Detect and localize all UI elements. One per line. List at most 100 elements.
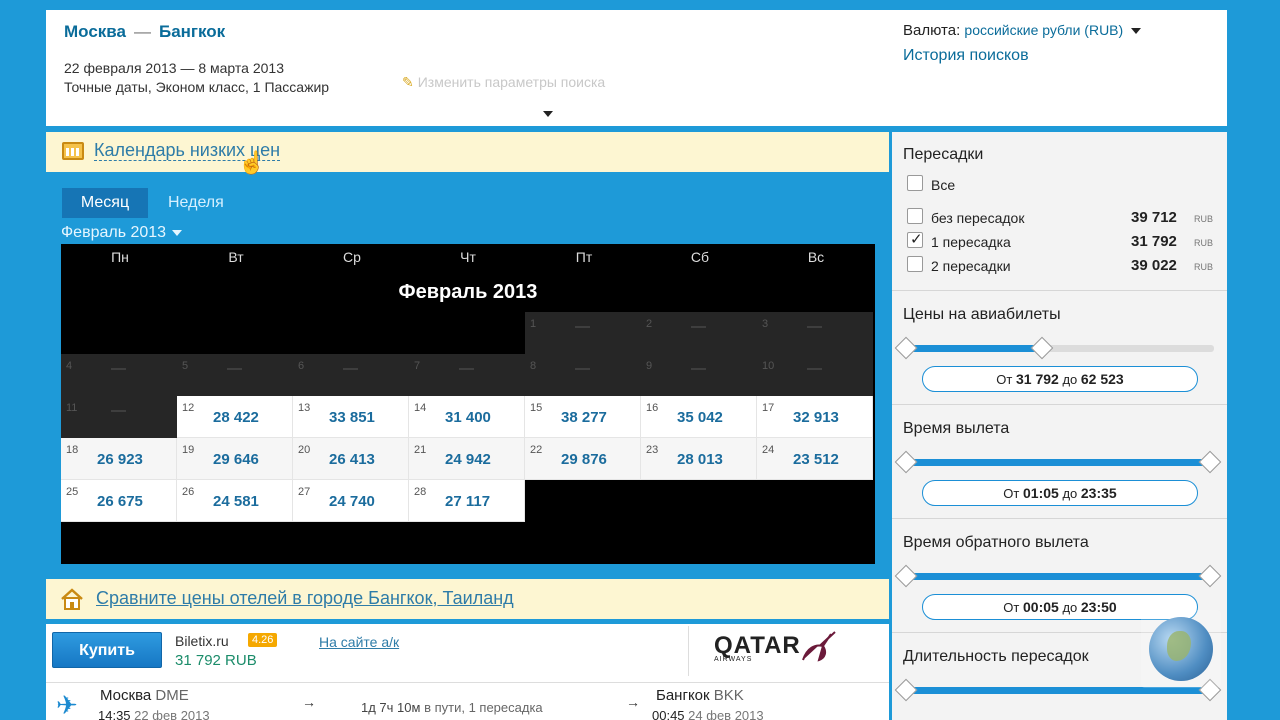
airline-site-link[interactable]: На сайте а/к	[319, 634, 399, 650]
weekday-header: Сб	[690, 249, 710, 265]
stops-all-label: Все	[931, 177, 956, 193]
destination-city: Бангкок	[158, 22, 226, 41]
arrival-city: Бангкок BKK	[656, 687, 744, 704]
return-time-to: 23:50	[1080, 599, 1117, 615]
weekday-header: Вт	[228, 249, 244, 265]
stops-nonstop-price: 39 712	[1131, 209, 1177, 226]
currency-selector[interactable]: Валюта: российские рубли (RUB)	[903, 22, 1142, 39]
arrival-time: 00:45 24 фев 2013	[652, 708, 764, 720]
divider	[688, 626, 689, 676]
departure-time-slider[interactable]	[894, 450, 1222, 474]
day-price: 35 042	[677, 409, 723, 426]
departure-time-slider-fill	[904, 459, 1214, 466]
expand-arrow-icon[interactable]	[543, 111, 553, 117]
departure-time-range-display: От 01:05 до 23:35	[922, 480, 1198, 506]
departure-time-min-handle[interactable]	[894, 450, 918, 474]
calendar-day-28[interactable]: 28 27 117	[409, 480, 525, 522]
calendar-day-27[interactable]: 27 24 740	[293, 480, 409, 522]
price-slider[interactable]	[894, 336, 1214, 360]
calendar-day-24[interactable]: 24 23 512	[757, 438, 873, 480]
calendar-day-15[interactable]: 15 38 277	[525, 396, 641, 438]
calendar-day-5: 5—	[177, 354, 293, 396]
day-number: 9	[646, 360, 653, 372]
departure-city: Москва DME	[100, 687, 189, 704]
day-price: —	[111, 360, 126, 377]
day-price: 38 277	[561, 409, 607, 426]
oryx-logo-icon	[802, 631, 836, 662]
day-number: 18	[66, 444, 79, 456]
calendar-day-21[interactable]: 21 24 942	[409, 438, 525, 480]
calendar-day-19[interactable]: 19 29 646	[177, 438, 293, 480]
range-to-word: до	[1062, 372, 1078, 387]
calendar-day-22[interactable]: 22 29 876	[525, 438, 641, 480]
stops-one-label: 1 пересадка	[931, 234, 1011, 250]
arrow-right-icon: →	[302, 694, 316, 710]
calendar-day-12[interactable]: 12 28 422	[177, 396, 293, 438]
stops-two-label: 2 пересадки	[931, 258, 1011, 274]
day-price: 26 413	[329, 451, 375, 468]
departure-city-name: Москва	[100, 687, 152, 704]
day-price: 28 422	[213, 409, 259, 426]
stops-nonstop-checkbox[interactable]	[907, 208, 923, 224]
airplane-icon: ✈	[56, 690, 78, 720]
return-time-max-handle[interactable]	[1198, 564, 1222, 588]
layover-slider-fill	[904, 687, 1214, 694]
return-time-slider[interactable]	[894, 564, 1222, 588]
currency-value: российские рубли (RUB)	[964, 22, 1124, 38]
calendar-day-25[interactable]: 25 26 675	[61, 480, 177, 522]
divider	[892, 290, 1227, 291]
tab-week[interactable]: Неделя	[168, 188, 224, 218]
tab-month[interactable]: Месяц	[62, 188, 148, 218]
calendar-day-13[interactable]: 13 33 851	[293, 396, 409, 438]
day-price: —	[111, 402, 126, 419]
weekday-header: Пт	[575, 249, 593, 265]
day-price: —	[459, 360, 474, 377]
calendar-day-8: 8—	[525, 354, 641, 396]
day-price: 31 400	[445, 409, 491, 426]
day-price: 24 581	[213, 493, 259, 510]
search-history-link[interactable]: История поисков	[903, 47, 1029, 65]
divider	[892, 404, 1227, 405]
departure-time-to: 23:35	[1080, 485, 1117, 501]
stops-one-checkbox[interactable]	[907, 230, 923, 248]
globe-ball	[1149, 617, 1213, 681]
month-selector-label: Февраль 2013	[61, 224, 167, 241]
day-number: 19	[182, 444, 195, 456]
range-from-word: От	[1003, 600, 1020, 615]
return-time-min-handle[interactable]	[894, 564, 918, 588]
calendar-day-3: 3—	[757, 312, 873, 354]
calendar-day-20[interactable]: 20 26 413	[293, 438, 409, 480]
departure-time-max-handle[interactable]	[1198, 450, 1222, 474]
day-number: 22	[530, 444, 543, 456]
compare-hotels-link[interactable]: Сравните цены отелей в городе Бангкок, Т…	[96, 588, 514, 609]
layover-min-handle[interactable]	[894, 678, 918, 702]
stops-all-checkbox[interactable]	[907, 175, 923, 191]
duration-note: в пути, 1 пересадка	[424, 700, 543, 715]
calendar-day-26[interactable]: 26 24 581	[177, 480, 293, 522]
calendar-day-14[interactable]: 14 31 400	[409, 396, 525, 438]
calendar-day-17[interactable]: 17 32 913	[757, 396, 873, 438]
day-price: —	[691, 318, 706, 335]
day-price: 29 876	[561, 451, 607, 468]
calendar-day-10: 10 —	[757, 354, 873, 396]
price-slider-min-handle[interactable]	[894, 336, 918, 360]
return-time-from: 00:05	[1023, 599, 1059, 615]
calendar-day-18[interactable]: 18 26 923	[61, 438, 177, 480]
departure-code: DME	[155, 687, 189, 704]
calendar-title: Февраль 2013	[398, 281, 538, 303]
layover-slider[interactable]	[894, 678, 1222, 702]
buy-button[interactable]: Купить	[52, 632, 162, 668]
arrival-code: BKK	[713, 687, 744, 704]
calendar-day-16[interactable]: 16 35 042	[641, 396, 757, 438]
currency-unit: RUB	[1194, 214, 1214, 224]
edit-search-link[interactable]: ✎ Изменить параметры поиска	[402, 74, 605, 91]
stops-two-checkbox[interactable]	[907, 256, 923, 272]
calendar-day-23[interactable]: 23 28 013	[641, 438, 757, 480]
route-separator: —	[133, 22, 151, 41]
stops-two-price: 39 022	[1131, 257, 1177, 274]
divider	[46, 682, 889, 683]
day-number: 6	[298, 360, 305, 372]
month-selector[interactable]: Февраль 2013	[61, 224, 183, 242]
price-slider-max-handle[interactable]	[1030, 336, 1054, 360]
flight-duration: 1д 7ч 10м в пути, 1 пересадка	[361, 700, 543, 715]
